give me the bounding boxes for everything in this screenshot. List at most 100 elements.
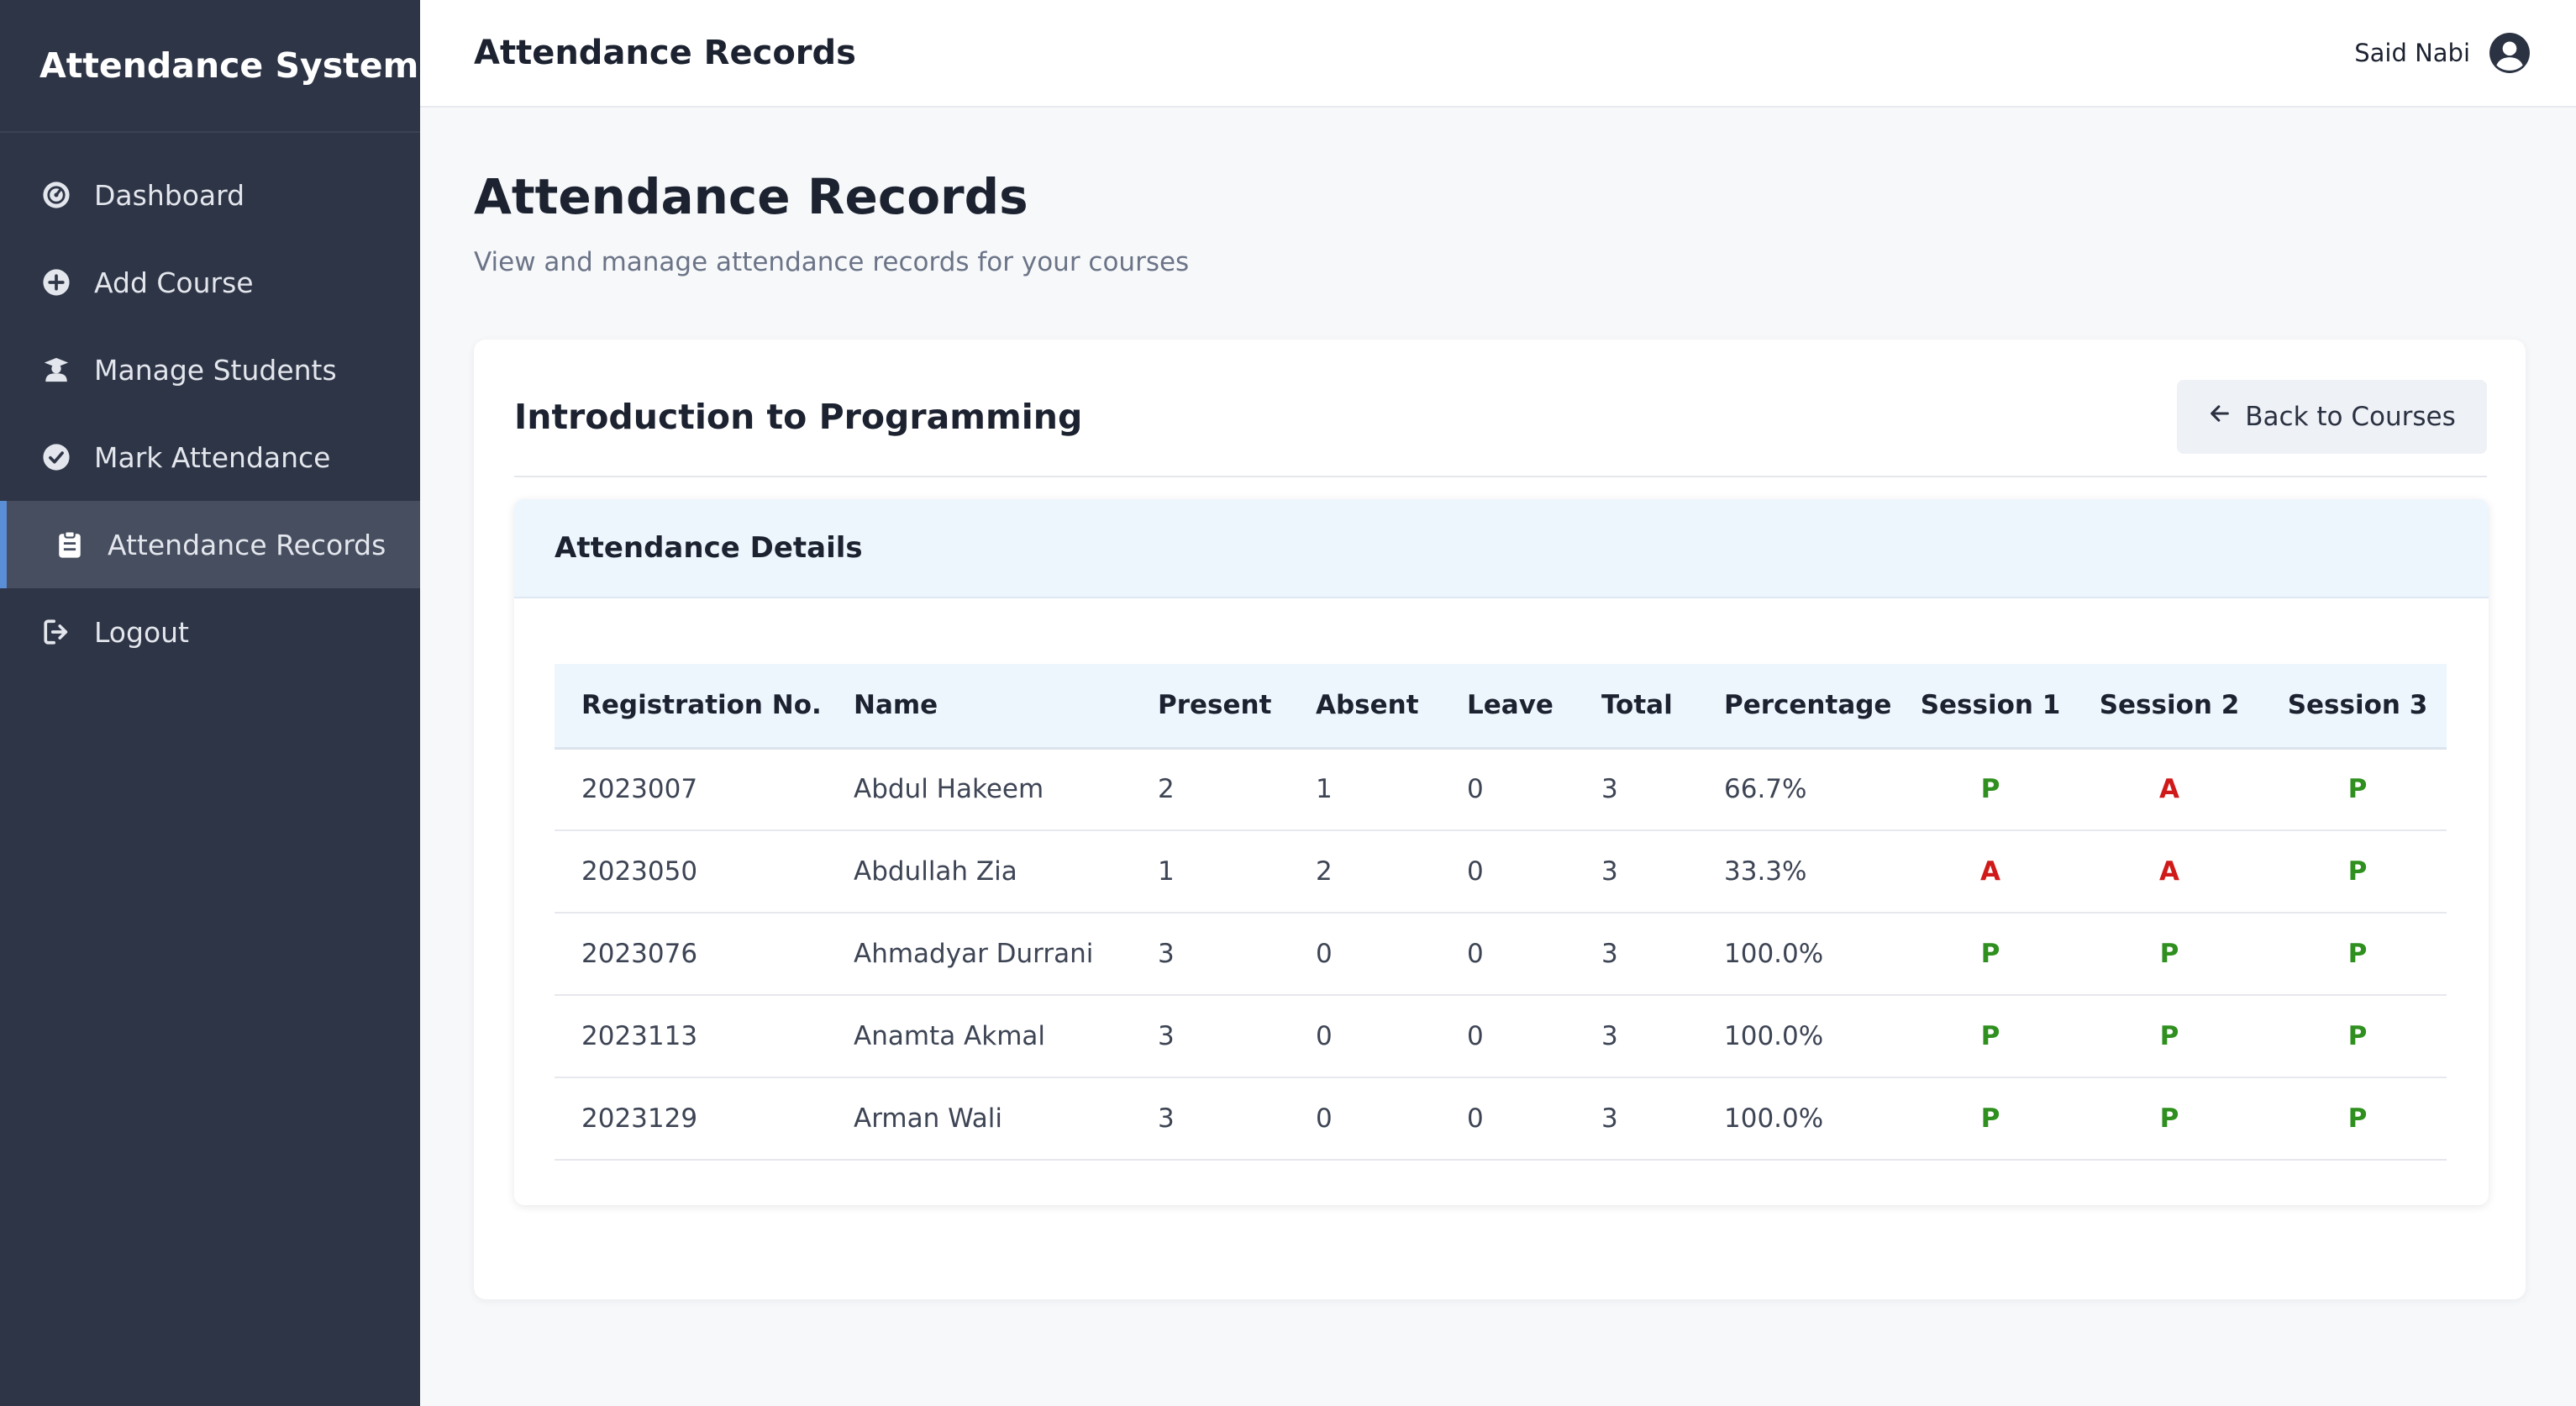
page-subtitle: View and manage attendance records for y… [474,247,1190,277]
table-header-row: Registration No. Name Present Absent Lea… [555,664,2447,750]
column-header-absent[interactable]: Absent [1289,664,1440,750]
table-row: 2023076 Ahmadyar Durrani 3 0 0 3 100.0% … [555,913,2447,995]
logout-icon [42,618,71,646]
sidebar-item-label: Add Course [94,266,254,299]
session-2-status: A [2159,856,2179,887]
total-cell: 3 [1601,1103,1618,1134]
registration-cell: 2023113 [581,1021,698,1051]
session-3-status: P [2347,1103,2368,1134]
name-cell: Ahmadyar Durrani [854,939,1094,969]
column-header-session-2[interactable]: Session 2 [2070,664,2268,750]
column-header-name[interactable]: Name [827,664,1131,750]
check-circle-icon [42,443,71,471]
user-avatar-icon[interactable] [2489,32,2531,74]
header-title: Attendance Records [474,34,856,72]
present-cell: 2 [1158,774,1175,805]
main-content: Attendance Records View and manage atten… [474,108,2529,1299]
total-cell: 3 [1601,1021,1618,1051]
session-1-status: P [1980,1103,2000,1134]
student-icon [42,355,71,384]
sidebar-item-label: Logout [94,615,189,649]
registration-cell: 2023007 [581,774,698,805]
table-row: 2023129 Arman Wali 3 0 0 3 100.0% P P P [555,1077,2447,1160]
sidebar-nav: Dashboard Add Course Manage Students Mar… [0,151,420,676]
table-row: 2023050 Abdullah Zia 1 2 0 3 33.3% A A P [555,830,2447,913]
leave-cell: 0 [1467,856,1484,887]
session-3-status: P [2347,1021,2368,1051]
session-2-status: P [2159,1021,2179,1051]
clipboard-icon [55,530,84,559]
app-title: Attendance System [0,0,420,133]
table-row: 2023113 Anamta Akmal 3 0 0 3 100.0% P P … [555,995,2447,1077]
percentage-cell: 100.0% [1724,939,1824,969]
session-3-status: P [2347,939,2368,969]
course-title: Introduction to Programming [514,397,1083,437]
sidebar-item-label: Manage Students [94,353,337,387]
total-cell: 3 [1601,856,1618,887]
sidebar-item-logout[interactable]: Logout [0,588,420,676]
session-2-status: P [2159,1103,2179,1134]
registration-cell: 2023050 [581,856,698,887]
column-header-present[interactable]: Present [1131,664,1289,750]
name-cell: Abdullah Zia [854,856,1017,887]
name-cell: Abdul Hakeem [854,774,1044,805]
arrow-left-icon [2208,402,2232,432]
column-header-percentage[interactable]: Percentage [1697,664,1911,750]
present-cell: 1 [1158,856,1175,887]
column-header-leave[interactable]: Leave [1440,664,1575,750]
absent-cell: 1 [1316,774,1333,805]
back-to-courses-button[interactable]: Back to Courses [2177,380,2487,454]
plus-circle-icon [42,268,71,297]
absent-cell: 2 [1316,856,1333,887]
name-cell: Anamta Akmal [854,1021,1046,1051]
sidebar-item-manage-students[interactable]: Manage Students [0,326,420,413]
sidebar-item-label: Mark Attendance [94,440,331,474]
sidebar-item-label: Attendance Records [108,528,386,561]
leave-cell: 0 [1467,1103,1484,1134]
sidebar-item-label: Dashboard [94,178,245,212]
sidebar-item-attendance-records[interactable]: Attendance Records [0,501,420,588]
percentage-cell: 100.0% [1724,1021,1824,1051]
total-cell: 3 [1601,939,1618,969]
attendance-table-body: 2023007 Abdul Hakeem 2 1 0 3 66.7% P A P [555,748,2447,1160]
course-card: Introduction to Programming Back to Cour… [474,340,2526,1299]
course-card-header: Introduction to Programming Back to Cour… [514,380,2487,477]
leave-cell: 0 [1467,939,1484,969]
leave-cell: 0 [1467,774,1484,805]
sidebar: Attendance System Dashboard Add Course M… [0,0,420,1406]
name-cell: Arman Wali [854,1103,1002,1134]
absent-cell: 0 [1316,1021,1333,1051]
percentage-cell: 100.0% [1724,1103,1824,1134]
registration-cell: 2023076 [581,939,698,969]
session-1-status: P [1980,939,2000,969]
present-cell: 3 [1158,939,1175,969]
user-name: Said Nabi [2354,39,2470,67]
table-row: 2023007 Abdul Hakeem 2 1 0 3 66.7% P A P [555,748,2447,830]
attendance-table: Registration No. Name Present Absent Lea… [555,664,2447,1161]
column-header-session-3[interactable]: Session 3 [2268,664,2447,750]
session-1-status: A [1980,856,2000,887]
column-header-registration[interactable]: Registration No. [555,664,827,750]
total-cell: 3 [1601,774,1618,805]
session-2-status: P [2159,939,2179,969]
session-3-status: P [2347,774,2368,805]
dashboard-icon [42,181,71,209]
sidebar-item-mark-attendance[interactable]: Mark Attendance [0,413,420,501]
leave-cell: 0 [1467,1021,1484,1051]
page-title: Attendance Records [474,168,1028,225]
app-root: Attendance System Dashboard Add Course M… [0,0,2576,1406]
attendance-details-panel: Attendance Details Registration No. Name… [514,499,2489,1205]
column-header-total[interactable]: Total [1575,664,1697,750]
registration-cell: 2023129 [581,1103,698,1134]
sidebar-item-add-course[interactable]: Add Course [0,239,420,326]
session-1-status: P [1980,1021,2000,1051]
top-header: Attendance Records Said Nabi [420,0,2576,108]
session-1-status: P [1980,774,2000,805]
percentage-cell: 33.3% [1724,856,1807,887]
column-header-session-1[interactable]: Session 1 [1911,664,2070,750]
user-menu[interactable]: Said Nabi [2354,32,2531,74]
sidebar-item-dashboard[interactable]: Dashboard [0,151,420,239]
absent-cell: 0 [1316,939,1333,969]
back-button-label: Back to Courses [2245,402,2456,432]
present-cell: 3 [1158,1021,1175,1051]
